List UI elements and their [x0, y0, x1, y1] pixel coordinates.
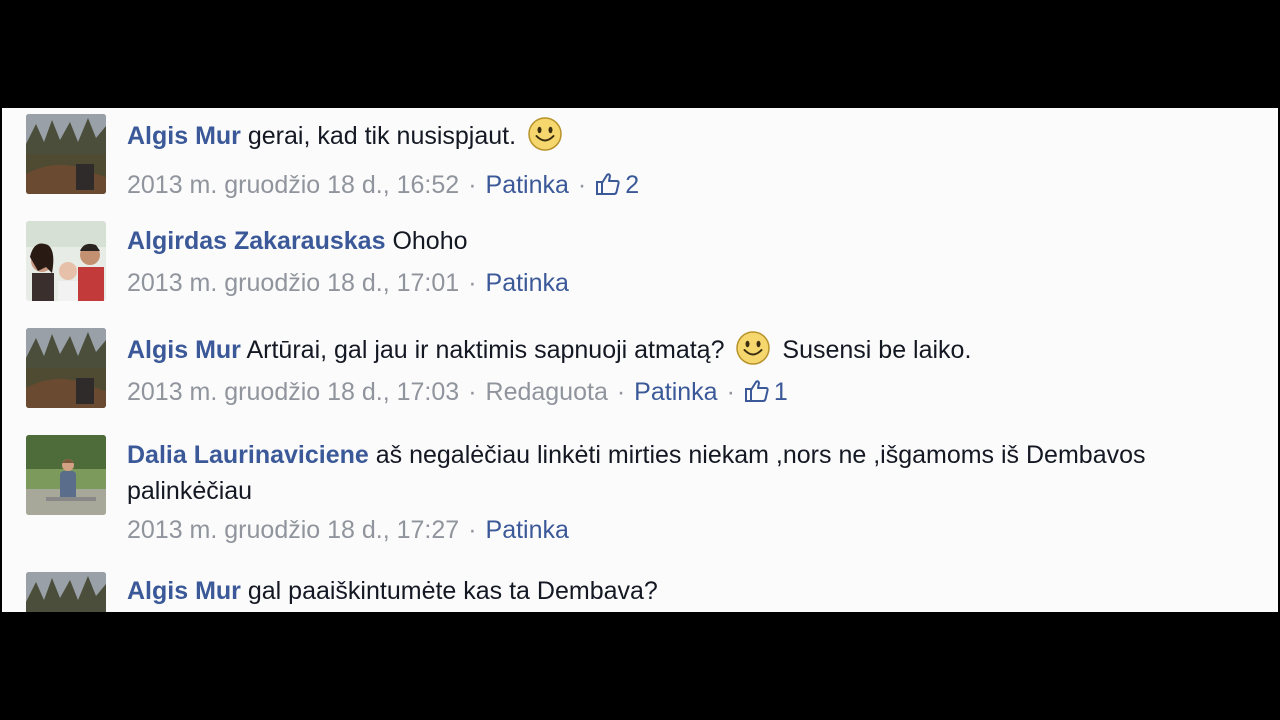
- comment-meta: 2013 m. gruodžio 18 d., 16:52 · Patinka · 2: [127, 168, 639, 202]
- separator-dot: ·: [577, 171, 587, 199]
- comment-item: Dalia Laurinaviciene aš negalėčiau linkė…: [2, 435, 1278, 555]
- comment-text: Artūrai, gal jau ir naktimis sapnuoji at…: [246, 336, 725, 364]
- comment-text: gerai, kad tik nusispjaut.: [247, 122, 517, 150]
- avatar[interactable]: [26, 435, 106, 515]
- comment-text-continued: Susensi be laiko.: [782, 336, 972, 364]
- separator-dot: ·: [468, 171, 477, 199]
- separator-dot: ·: [726, 378, 735, 406]
- comment-body: Dalia Laurinaviciene aš negalėčiau linkė…: [127, 437, 1158, 509]
- like-count-value: 2: [625, 171, 640, 199]
- comment-author-link[interactable]: Algirdas Zakarauskas: [127, 227, 385, 255]
- like-button[interactable]: Patinka: [634, 378, 717, 406]
- comment-body: Algis Mur gerai, kad tik nusispjaut.: [127, 116, 1158, 154]
- comment-item: Algis Mur gerai, kad tik nusispjaut. 201…: [2, 114, 1278, 214]
- smiley-emoticon-icon: [735, 330, 771, 366]
- comment-author-link[interactable]: Dalia Laurinaviciene: [127, 441, 369, 469]
- separator-dot: ·: [468, 378, 477, 406]
- avatar[interactable]: [26, 221, 106, 301]
- separator-dot: ·: [616, 378, 626, 406]
- separator-dot: ·: [468, 516, 477, 544]
- edited-label[interactable]: Redaguota: [486, 378, 608, 406]
- comment-timestamp[interactable]: 2013 m. gruodžio 18 d., 17:03: [127, 378, 459, 406]
- like-button[interactable]: Patinka: [486, 269, 569, 297]
- comment-timestamp[interactable]: 2013 m. gruodžio 18 d., 17:01: [127, 269, 459, 297]
- video-frame: Algis Mur gerai, kad tik nusispjaut. 201…: [0, 0, 1280, 720]
- separator-dot: ·: [468, 269, 477, 297]
- comment-text: gal paaiškintumėte kas ta Dembava?: [247, 577, 658, 605]
- comment-item: Algis Mur Artūrai, gal jau ir naktimis s…: [2, 328, 1278, 428]
- like-count-value: 1: [773, 378, 788, 406]
- smiley-emoticon-icon: [527, 116, 563, 152]
- comment-author-link[interactable]: Algis Mur: [127, 122, 241, 150]
- comment-author-link[interactable]: Algis Mur: [127, 336, 241, 364]
- comment-thread: Algis Mur gerai, kad tik nusispjaut. 201…: [2, 108, 1278, 612]
- comment-text: Ohoho: [392, 227, 468, 255]
- comment-timestamp[interactable]: 2013 m. gruodžio 18 d., 16:52: [127, 171, 459, 199]
- comment-body: Algirdas Zakarauskas Ohoho: [127, 223, 1158, 259]
- like-count[interactable]: 1: [744, 378, 788, 406]
- comment-item: Algirdas Zakarauskas Ohoho 2013 m. gruod…: [2, 221, 1278, 321]
- comment-item: Algis Mur gal paaiškintumėte kas ta Demb…: [2, 572, 1278, 612]
- comment-meta: 2013 m. gruodžio 18 d., 17:01 · Patinka: [127, 266, 569, 300]
- avatar[interactable]: [26, 328, 106, 408]
- like-button[interactable]: Patinka: [486, 516, 569, 544]
- comment-body: Algis Mur gal paaiškintumėte kas ta Demb…: [127, 573, 1158, 609]
- comment-meta: 2013 m. gruodžio 18 d., 17:03 · Redaguota ·…: [127, 375, 788, 409]
- like-count[interactable]: 2: [595, 171, 639, 199]
- comment-timestamp[interactable]: 2013 m. gruodžio 18 d., 17:27: [127, 516, 459, 544]
- thumbs-up-icon: [595, 171, 621, 195]
- comment-author-link[interactable]: Algis Mur: [127, 577, 241, 605]
- comment-meta: 2013 m. gruodžio 18 d., 17:27 · Patinka: [127, 513, 569, 547]
- like-button[interactable]: Patinka: [486, 171, 569, 199]
- comment-body: Algis Mur Artūrai, gal jau ir naktimis s…: [127, 330, 1158, 368]
- avatar[interactable]: [26, 114, 106, 194]
- avatar[interactable]: [26, 572, 106, 612]
- thumbs-up-icon: [744, 378, 770, 402]
